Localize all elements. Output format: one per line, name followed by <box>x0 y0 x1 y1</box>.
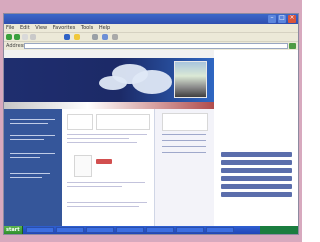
mail-icon[interactable] <box>102 34 108 40</box>
browser-content <box>4 50 298 226</box>
content-line <box>67 142 137 143</box>
refresh-icon[interactable] <box>22 34 28 40</box>
history-icon[interactable] <box>92 34 98 40</box>
header-photo <box>174 61 207 98</box>
taskbar-item[interactable] <box>26 227 54 233</box>
left-menu-line[interactable] <box>10 119 55 120</box>
left-menu-line[interactable] <box>10 157 40 158</box>
webpage <box>4 50 215 226</box>
search-icon[interactable] <box>64 34 70 40</box>
sidebar-item[interactable] <box>221 192 292 197</box>
taskbar-item[interactable] <box>206 227 234 233</box>
left-menu-line[interactable] <box>10 139 44 140</box>
content-line <box>67 202 147 203</box>
start-button[interactable]: start <box>4 226 23 234</box>
sidebar-item[interactable] <box>221 176 292 181</box>
start-label: start <box>6 227 20 233</box>
system-tray <box>260 226 298 234</box>
left-menu-line[interactable] <box>10 123 48 124</box>
menu-view[interactable]: View <box>35 25 47 31</box>
cloud-graphic <box>132 70 172 94</box>
close-button[interactable]: × <box>288 14 296 23</box>
content-line <box>67 186 122 187</box>
right-line <box>162 146 206 147</box>
site-main <box>62 109 154 226</box>
taskbar-item[interactable] <box>176 227 204 233</box>
maximize-button[interactable]: □ <box>278 14 286 23</box>
maximize-icon: □ <box>279 14 285 21</box>
header-ribbon <box>4 102 214 109</box>
forward-icon[interactable] <box>14 34 20 40</box>
read-more-button[interactable] <box>96 159 112 164</box>
sidebar-item[interactable] <box>221 152 292 157</box>
right-sidebar <box>214 50 298 226</box>
left-menu-line[interactable] <box>10 173 50 174</box>
content-thumbnail[interactable] <box>74 155 92 177</box>
star-icon[interactable] <box>74 34 80 40</box>
screen-frame: – □ × File Edit View Favorites Tools Hel… <box>0 0 302 242</box>
content-line <box>67 138 129 139</box>
menu-file[interactable]: File <box>6 25 14 31</box>
right-line <box>162 134 206 135</box>
taskbar-item[interactable] <box>146 227 174 233</box>
content-box <box>96 114 150 130</box>
sidebar-item[interactable] <box>221 160 292 165</box>
content-box <box>67 114 93 130</box>
right-box <box>162 113 208 131</box>
content-line <box>67 206 139 207</box>
window-titlebar[interactable]: – □ × <box>4 14 298 24</box>
address-input[interactable] <box>24 43 288 49</box>
right-line <box>162 140 206 141</box>
close-icon: × <box>289 14 295 21</box>
content-line <box>67 134 147 135</box>
minimize-button[interactable]: – <box>268 14 276 23</box>
left-menu-line[interactable] <box>10 177 42 178</box>
left-menu-line[interactable] <box>10 153 55 154</box>
taskbar: start <box>4 226 298 234</box>
right-line <box>162 152 206 153</box>
taskbar-item[interactable] <box>56 227 84 233</box>
site-right-column <box>154 109 215 226</box>
menu-bar: File Edit View Favorites Tools Help <box>4 24 298 32</box>
left-menu-line[interactable] <box>10 135 55 136</box>
go-icon[interactable] <box>289 43 296 49</box>
taskbar-item[interactable] <box>116 227 144 233</box>
address-label: Address <box>6 43 26 49</box>
taskbar-item[interactable] <box>86 227 114 233</box>
minimize-icon: – <box>270 14 274 21</box>
site-header <box>4 58 214 102</box>
menu-favorites[interactable]: Favorites <box>53 25 76 31</box>
back-icon[interactable] <box>6 34 12 40</box>
cloud-graphic <box>99 76 127 90</box>
browser-window: – □ × File Edit View Favorites Tools Hel… <box>3 13 299 235</box>
home-icon[interactable] <box>30 34 36 40</box>
menu-edit[interactable]: Edit <box>20 25 30 31</box>
menu-help[interactable]: Help <box>99 25 110 31</box>
sidebar-item[interactable] <box>221 184 292 189</box>
sidebar-item[interactable] <box>221 168 292 173</box>
menu-tools[interactable]: Tools <box>81 25 93 31</box>
content-line <box>67 182 145 183</box>
print-icon[interactable] <box>112 34 118 40</box>
site-left-column <box>4 109 62 226</box>
